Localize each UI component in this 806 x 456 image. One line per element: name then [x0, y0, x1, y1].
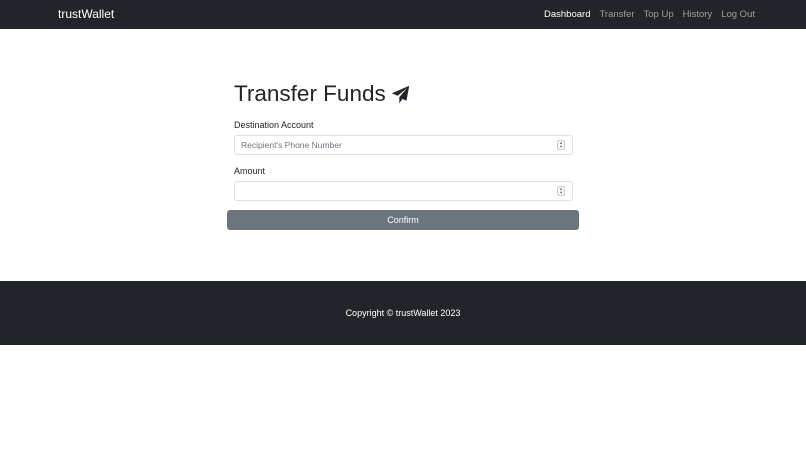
- title-row: Transfer Funds: [234, 80, 410, 108]
- nav-log-out[interactable]: Log Out: [721, 8, 755, 21]
- amount-input[interactable]: [235, 182, 550, 200]
- page-title: Transfer Funds: [234, 81, 386, 106]
- nav-transfer[interactable]: Transfer: [599, 8, 634, 21]
- nav-top-up[interactable]: Top Up: [644, 8, 674, 21]
- amount-label: Amount: [234, 166, 266, 176]
- navbar: trustWallet Dashboard Transfer Top Up Hi…: [0, 0, 806, 29]
- amount-field-wrap: ▲ ▼: [234, 181, 573, 201]
- destination-stepper[interactable]: ▲ ▼: [557, 140, 565, 150]
- destination-input[interactable]: [235, 136, 550, 154]
- chevron-down-icon: ▼: [559, 190, 563, 195]
- nav-links: Dashboard Transfer Top Up History Log Ou…: [544, 8, 755, 21]
- confirm-button[interactable]: Confirm: [227, 210, 579, 230]
- brand-logo[interactable]: trustWallet: [58, 7, 114, 22]
- footer: Copyright © trustWallet 2023: [0, 281, 806, 345]
- copyright-text: Copyright © trustWallet 2023: [345, 308, 461, 318]
- chevron-down-icon: ▼: [559, 144, 563, 149]
- nav-dashboard[interactable]: Dashboard: [544, 8, 590, 21]
- destination-label: Destination Account: [234, 120, 314, 130]
- amount-stepper[interactable]: ▲ ▼: [557, 186, 565, 196]
- paper-plane-icon: [391, 85, 410, 104]
- destination-field-wrap: ▲ ▼: [234, 135, 573, 155]
- nav-history[interactable]: History: [683, 8, 713, 21]
